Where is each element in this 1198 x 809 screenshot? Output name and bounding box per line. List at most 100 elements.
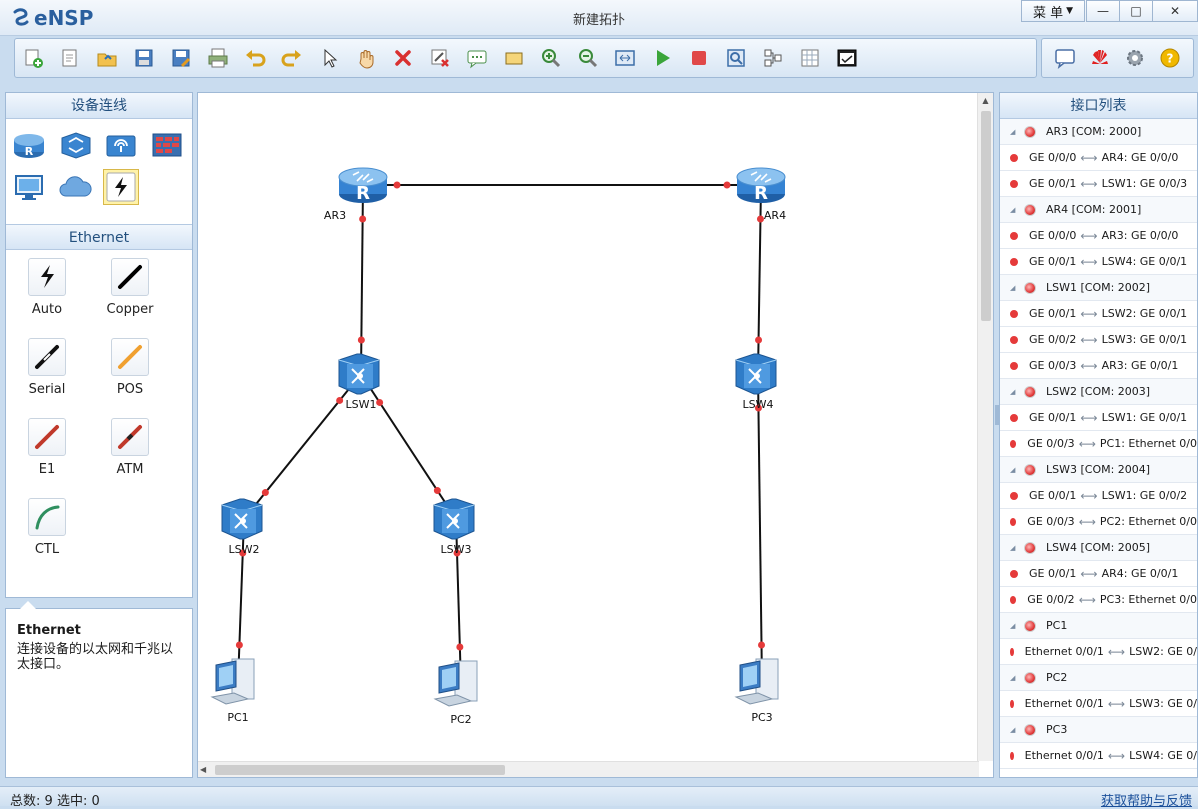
- firewall-category[interactable]: [149, 127, 185, 163]
- horizontal-scroll-thumb[interactable]: [215, 765, 505, 775]
- interface-link-row[interactable]: GE 0/0/1 ⟷ AR4: GE 0/0/1: [1000, 561, 1197, 587]
- link-lsw1-lsw2[interactable]: [243, 373, 362, 520]
- link-ar4-lsw4[interactable]: [757, 184, 762, 375]
- chat-button[interactable]: [1051, 44, 1079, 72]
- zoom-out-button[interactable]: [574, 44, 602, 72]
- interface-link-row[interactable]: GE 0/0/0 ⟷ AR4: GE 0/0/0: [1000, 145, 1197, 171]
- interface-link-row[interactable]: GE 0/0/1 ⟷ LSW2: GE 0/0/1: [1000, 301, 1197, 327]
- undo-button[interactable]: [241, 44, 269, 72]
- interface-link-row[interactable]: GE 0/0/0 ⟷ AR3: GE 0/0/0: [1000, 223, 1197, 249]
- interface-device-row[interactable]: ◢ AR4 [COM: 2001]: [1000, 197, 1197, 223]
- interface-device-row[interactable]: ◢ LSW2 [COM: 2003]: [1000, 379, 1197, 405]
- interface-device-row[interactable]: ◢ PC1: [1000, 613, 1197, 639]
- node-ar3[interactable]: R AR3: [324, 167, 388, 222]
- node-lsw2[interactable]: LSW2: [221, 498, 263, 556]
- expand-triangle-icon[interactable]: ◢: [1010, 466, 1022, 474]
- switch-category[interactable]: [57, 127, 93, 163]
- expand-triangle-icon[interactable]: ◢: [1010, 622, 1022, 630]
- print-button[interactable]: [204, 44, 232, 72]
- expand-triangle-icon[interactable]: ◢: [1010, 128, 1022, 136]
- main-menu-button[interactable]: 菜 单 ▼: [1021, 0, 1085, 22]
- interface-device-row[interactable]: ◢ AR3 [COM: 2000]: [1000, 119, 1197, 145]
- delete-link-button[interactable]: [426, 44, 454, 72]
- pan-hand-button[interactable]: [352, 44, 380, 72]
- node-pc3[interactable]: PC3: [734, 658, 779, 724]
- maximize-button[interactable]: □: [1119, 0, 1153, 22]
- palette-button[interactable]: [796, 44, 824, 72]
- select-pointer-button[interactable]: [315, 44, 343, 72]
- expand-triangle-icon[interactable]: ◢: [1010, 206, 1022, 214]
- interface-link-row[interactable]: GE 0/0/3 ⟷ PC2: Ethernet 0/0: [1000, 509, 1197, 535]
- text-comment-button[interactable]: [463, 44, 491, 72]
- link-lsw1-lsw3[interactable]: [360, 373, 457, 520]
- scroll-left-icon[interactable]: ◀: [200, 762, 206, 777]
- link-lsw4-pc3[interactable]: [757, 373, 763, 684]
- cable-ctl-button[interactable]: CTL: [12, 498, 82, 557]
- new-document-button[interactable]: [56, 44, 84, 72]
- topology-diagram[interactable]: R AR3 R AR4 LSW1 LSW4 LSW2 LSW3 PC1 PC2 PC3: [198, 93, 979, 761]
- interface-link-row[interactable]: GE 0/0/1 ⟷ LSW1: GE 0/0/1: [1000, 405, 1197, 431]
- cable-atm-button[interactable]: ATM: [95, 418, 165, 477]
- expand-triangle-icon[interactable]: ◢: [1010, 726, 1022, 734]
- interface-device-row[interactable]: ◢ LSW4 [COM: 2005]: [1000, 535, 1197, 561]
- stop-device-button[interactable]: [685, 44, 713, 72]
- expand-triangle-icon[interactable]: ◢: [1010, 544, 1022, 552]
- node-ar4[interactable]: R AR4: [736, 167, 786, 222]
- cloud-category[interactable]: [57, 169, 93, 205]
- router-category[interactable]: R: [11, 127, 47, 163]
- start-device-button[interactable]: [648, 44, 676, 72]
- interface-link-row[interactable]: GE 0/0/2 ⟷ LSW3: GE 0/0/1: [1000, 327, 1197, 353]
- expand-triangle-icon[interactable]: ◢: [1010, 284, 1022, 292]
- cable-category[interactable]: [103, 169, 139, 205]
- capture-data-button[interactable]: [722, 44, 750, 72]
- interface-device-row[interactable]: ◢ PC3: [1000, 717, 1197, 743]
- cable-auto-button[interactable]: Auto: [12, 258, 82, 317]
- vertical-scroll-thumb[interactable]: [981, 111, 991, 321]
- expand-triangle-icon[interactable]: ◢: [1010, 388, 1022, 396]
- interface-link-row[interactable]: GE 0/0/3 ⟷ PC1: Ethernet 0/0: [1000, 431, 1197, 457]
- interface-link-row[interactable]: GE 0/0/1 ⟷ LSW1: GE 0/0/2: [1000, 483, 1197, 509]
- topology-canvas[interactable]: R AR3 R AR4 LSW1 LSW4 LSW2 LSW3 PC1 PC2 PC3 ▲ ◀: [197, 92, 994, 778]
- close-button[interactable]: ✕: [1152, 0, 1198, 22]
- node-lsw1[interactable]: LSW1: [338, 353, 380, 411]
- node-lsw4[interactable]: LSW4: [735, 353, 777, 411]
- interface-link-row[interactable]: GE 0/0/3 ⟷ AR3: GE 0/0/1: [1000, 353, 1197, 379]
- horizontal-scrollbar[interactable]: ◀: [198, 761, 979, 777]
- wireless-category[interactable]: [103, 127, 139, 163]
- help-feedback-link[interactable]: 获取帮助与反馈: [1101, 790, 1192, 809]
- fit-screen-button[interactable]: [611, 44, 639, 72]
- scroll-up-icon[interactable]: ▲: [978, 93, 993, 109]
- interface-link-row[interactable]: Ethernet 0/0/1 ⟷ LSW4: GE 0/: [1000, 743, 1197, 769]
- redo-button[interactable]: [278, 44, 306, 72]
- delete-button[interactable]: [389, 44, 417, 72]
- cable-copper-button[interactable]: Copper: [95, 258, 165, 317]
- vertical-scrollbar[interactable]: ▲: [977, 93, 993, 761]
- interface-device-row[interactable]: ◢ PC2: [1000, 665, 1197, 691]
- node-pc1[interactable]: PC1: [210, 658, 255, 724]
- rectangle-label-button[interactable]: [500, 44, 528, 72]
- minimize-button[interactable]: —: [1086, 0, 1120, 22]
- interface-link-row[interactable]: GE 0/0/1 ⟷ LSW4: GE 0/0/1: [1000, 249, 1197, 275]
- interface-device-row[interactable]: ◢ LSW1 [COM: 2002]: [1000, 275, 1197, 301]
- link-ar3-lsw1[interactable]: [360, 184, 364, 375]
- interface-link-row[interactable]: GE 0/0/1 ⟷ LSW1: GE 0/0/3: [1000, 171, 1197, 197]
- cable-serial-button[interactable]: Serial: [12, 338, 82, 397]
- topology-layout-button[interactable]: [759, 44, 787, 72]
- save-as-button[interactable]: [167, 44, 195, 72]
- open-folder-button[interactable]: [93, 44, 121, 72]
- save-button[interactable]: [130, 44, 158, 72]
- huawei-logo-button[interactable]: [1086, 44, 1114, 72]
- cable-pos-button[interactable]: POS: [95, 338, 165, 397]
- gear-button[interactable]: [1121, 44, 1149, 72]
- console-button[interactable]: [833, 44, 861, 72]
- cable-e1-button[interactable]: E1: [12, 418, 82, 477]
- interface-device-row[interactable]: ◢ LSW3 [COM: 2004]: [1000, 457, 1197, 483]
- interface-link-row[interactable]: GE 0/0/2 ⟷ PC3: Ethernet 0/0: [1000, 587, 1197, 613]
- node-pc2[interactable]: PC2: [433, 660, 478, 726]
- interface-link-row[interactable]: Ethernet 0/0/1 ⟷ LSW3: GE 0/: [1000, 691, 1197, 717]
- expand-triangle-icon[interactable]: ◢: [1010, 674, 1022, 682]
- new-topology-button[interactable]: [19, 44, 47, 72]
- terminal-category[interactable]: [11, 169, 47, 205]
- node-lsw3[interactable]: LSW3: [433, 498, 475, 556]
- zoom-in-button[interactable]: [537, 44, 565, 72]
